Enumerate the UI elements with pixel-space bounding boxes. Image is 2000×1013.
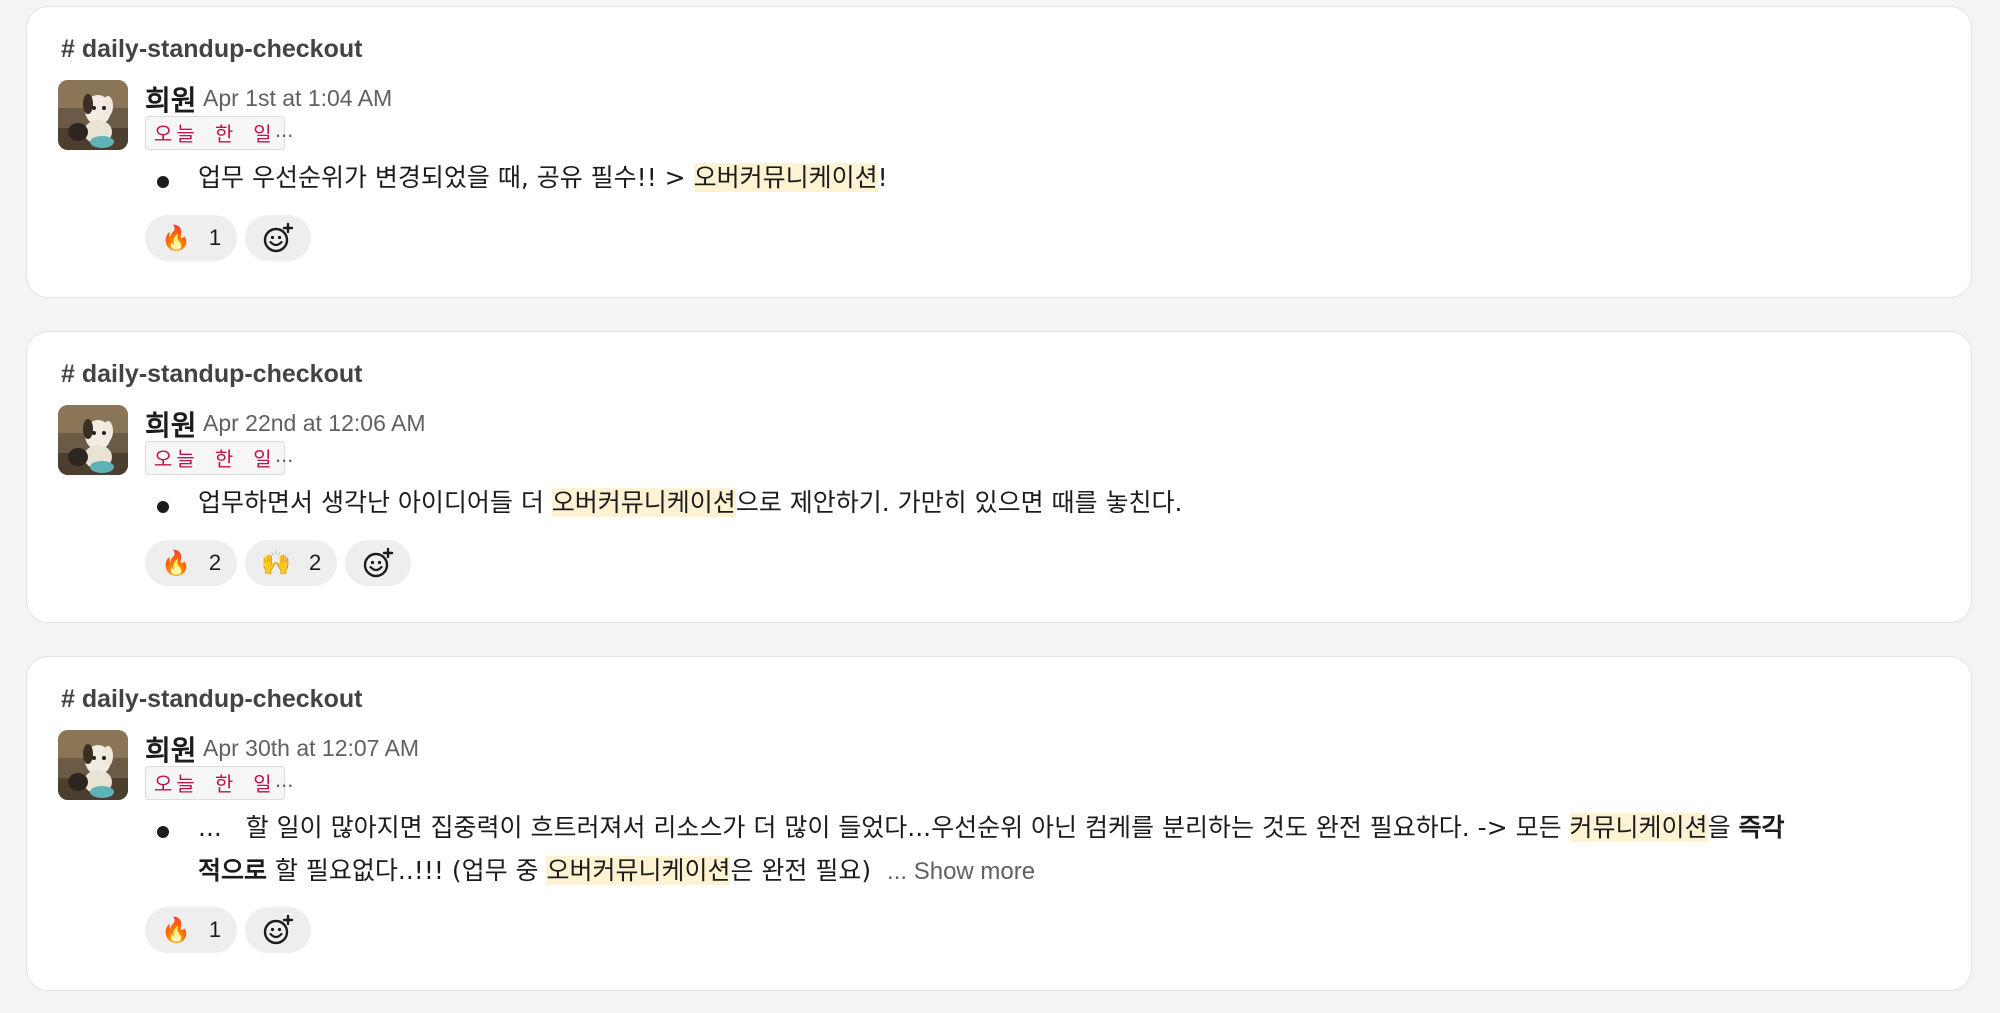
fire-emoji-icon: 🔥	[161, 549, 191, 577]
reaction-count: 1	[208, 917, 222, 942]
highlighted-text: 오버커뮤니케이션	[551, 488, 736, 517]
reaction-count: 2	[208, 550, 222, 575]
message-body: ... 할 일이 많아지면 집중력이 흐트러져서 리소스가 더 많이 들었다..…	[198, 806, 1938, 893]
text-segment: ...	[198, 813, 222, 842]
reaction-fire[interactable]: 🔥 1	[145, 907, 238, 953]
message-card[interactable]: # daily-standup-checkout 희원 Apr 22nd at …	[26, 331, 1972, 623]
message-body: 업무하면서 생각난 아이디어들 더 오버커뮤니케이션으로 제안하기. 가만히 있…	[198, 481, 1182, 524]
code-tag: 오늘 한 일	[145, 116, 285, 150]
add-reaction-button[interactable]	[345, 540, 412, 586]
text-segment: 업무 우선순위가 변경되었을 때, 공유 필수!! >	[198, 163, 694, 192]
bullet	[157, 176, 169, 188]
ellipsis: ...	[275, 442, 294, 467]
author-name[interactable]: 희원	[145, 79, 197, 119]
text-segment: 업무하면서 생각난 아이디어들 더	[198, 488, 552, 517]
reaction-count: 2	[309, 550, 322, 575]
add-emoji-icon	[263, 914, 294, 945]
fire-emoji-icon: 🔥	[161, 224, 191, 252]
channel-name[interactable]: # daily-standup-checkout	[61, 685, 362, 714]
reaction-fire[interactable]: 🔥 1	[145, 215, 238, 261]
reaction-fire[interactable]: 🔥 2	[145, 540, 238, 586]
channel-name[interactable]: # daily-standup-checkout	[61, 35, 362, 64]
reaction-count: 1	[208, 225, 222, 250]
avatar-image	[58, 405, 128, 475]
author-name[interactable]: 희원	[145, 729, 197, 769]
show-more-link[interactable]: ... Show more	[887, 858, 1035, 885]
message-card[interactable]: # daily-standup-checkout 희원 Apr 1st at 1…	[26, 6, 1972, 298]
avatar[interactable]	[58, 405, 128, 475]
message-timestamp[interactable]: Apr 22nd at 12:06 AM	[203, 410, 426, 437]
add-reaction-button[interactable]	[245, 215, 312, 261]
reaction-bar: 🔥 1	[145, 215, 312, 261]
avatar-image	[58, 730, 128, 800]
avatar-image	[58, 80, 128, 150]
highlighted-text: 커뮤니케이션	[1569, 813, 1708, 842]
reaction-bar: 🔥 2 🙌 2	[145, 540, 412, 586]
code-tag: 오늘 한 일	[145, 766, 285, 800]
code-tag: 오늘 한 일	[145, 441, 285, 475]
message-card[interactable]: # daily-standup-checkout 희원 Apr 30th at …	[26, 656, 1972, 991]
author-name[interactable]: 희원	[145, 404, 197, 444]
text-segment: !	[877, 163, 888, 192]
raised-hands-emoji-icon: 🙌	[261, 549, 292, 577]
reaction-raised-hands[interactable]: 🙌 2	[245, 540, 338, 586]
add-emoji-icon	[263, 222, 294, 253]
message-timestamp[interactable]: Apr 1st at 1:04 AM	[203, 85, 392, 112]
reaction-bar: 🔥 1	[145, 907, 312, 953]
ellipsis: ...	[275, 767, 294, 792]
highlighted-text: 오버커뮤니케이션	[693, 163, 878, 192]
text-segment: 할 필요없다..!!! (업무 중	[267, 856, 547, 885]
text-segment: 을	[1707, 813, 1739, 842]
text-segment: 할 일이 많아지면 집중력이 흐트러져서 리소스가 더 많이 들었다...우선순…	[245, 813, 1570, 842]
text-segment: 은 완전 필요)	[730, 856, 872, 885]
message-body: 업무 우선순위가 변경되었을 때, 공유 필수!! > 오버커뮤니케이션!	[198, 156, 888, 199]
message-timestamp[interactable]: Apr 30th at 12:07 AM	[203, 735, 419, 762]
bold-text: 적으로	[198, 856, 268, 885]
ellipsis: ...	[275, 117, 294, 142]
add-reaction-button[interactable]	[245, 907, 312, 953]
bullet	[157, 501, 169, 513]
avatar[interactable]	[58, 80, 128, 150]
text-segment: 으로 제안하기. 가만히 있으면 때를 놓친다.	[735, 488, 1183, 517]
bullet	[157, 826, 169, 838]
highlighted-text: 오버커뮤니케이션	[546, 856, 731, 885]
avatar[interactable]	[58, 730, 128, 800]
add-emoji-icon	[364, 547, 394, 578]
bold-text: 즉각	[1738, 813, 1785, 842]
fire-emoji-icon: 🔥	[161, 916, 191, 944]
channel-name[interactable]: # daily-standup-checkout	[61, 360, 362, 389]
